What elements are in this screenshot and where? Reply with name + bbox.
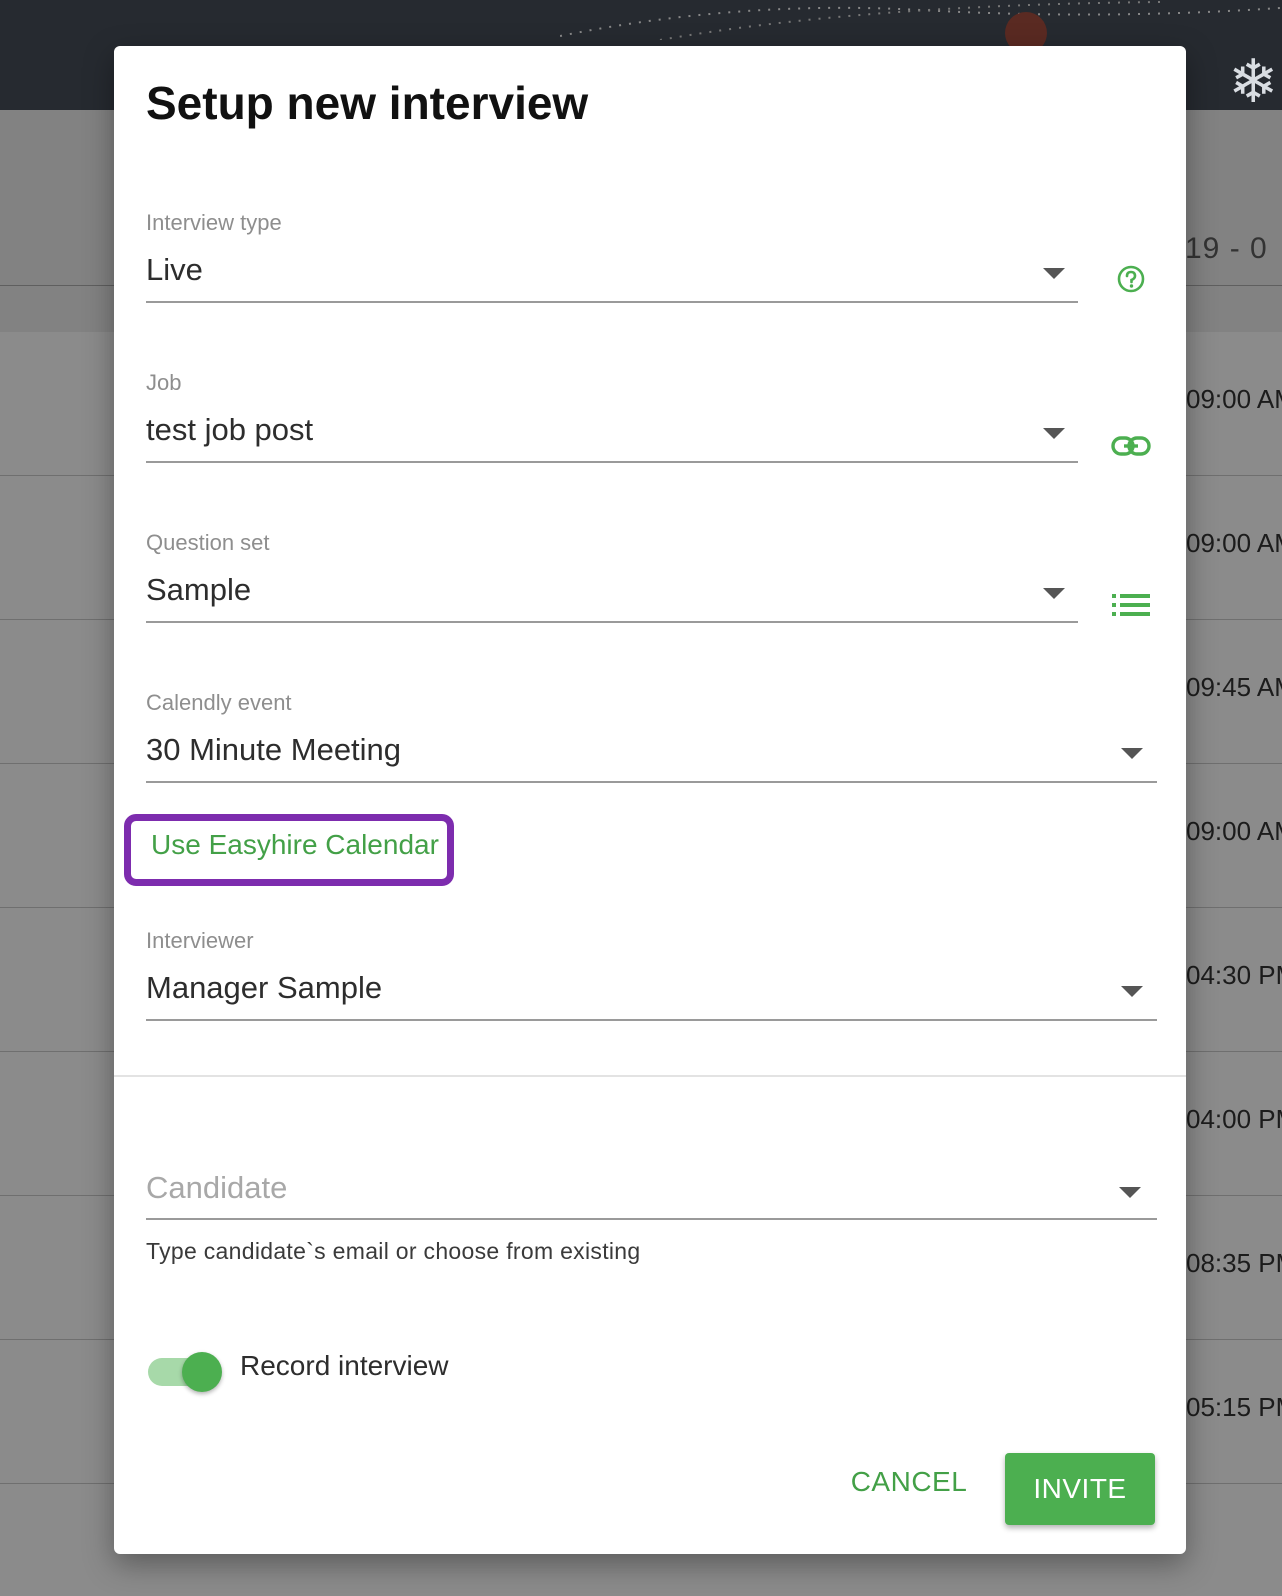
interviewer-value: Manager Sample	[146, 970, 383, 1005]
interviewer-select[interactable]: Interviewer Manager Sample	[146, 928, 1157, 1028]
help-circle-icon[interactable]	[1109, 257, 1153, 301]
holiday-lights-decoration	[560, 1, 1280, 40]
cancel-button[interactable]: CANCEL	[834, 1454, 984, 1510]
setup-interview-dialog: Setup new interview Interview type Live …	[114, 46, 1186, 1554]
calendly-event-value: 30 Minute Meeting	[146, 732, 402, 767]
interview-type-label: Interview type	[146, 210, 282, 235]
chevron-down-icon[interactable]	[1043, 588, 1065, 599]
interview-type-select[interactable]: Interview type Live	[146, 210, 1157, 310]
question-set-value: Sample	[146, 572, 252, 607]
job-select[interactable]: Job test job post	[146, 370, 1157, 470]
link-icon[interactable]	[1109, 424, 1153, 468]
candidate-helper-text: Type candidate`s email or choose from ex…	[146, 1238, 641, 1264]
date-range: 19 - 0	[1185, 232, 1268, 265]
record-interview-label: Record interview	[240, 1350, 449, 1381]
row-time: 08:35 PM	[1186, 1248, 1282, 1278]
row-time: 04:00 PM	[1186, 1104, 1282, 1134]
chevron-down-icon[interactable]	[1121, 986, 1143, 997]
section-divider	[114, 1075, 1186, 1077]
row-time: 04:30 PM	[1186, 960, 1282, 990]
list-icon[interactable]	[1109, 583, 1153, 627]
calendly-event-select[interactable]: Calendly event 30 Minute Meeting	[146, 690, 1157, 790]
use-easyhire-calendar-link[interactable]: Use Easyhire Calendar	[124, 814, 454, 886]
row-time: 09:00 AM	[1186, 816, 1282, 846]
candidate-input[interactable]: Candidate	[146, 1170, 287, 1206]
chevron-down-icon[interactable]	[1121, 748, 1143, 759]
chevron-down-icon[interactable]	[1119, 1187, 1141, 1198]
interviewer-label: Interviewer	[146, 928, 254, 953]
candidate-underline	[146, 1218, 1157, 1220]
use-easyhire-calendar-label: Use Easyhire Calendar	[151, 829, 439, 860]
chevron-down-icon[interactable]	[1043, 428, 1065, 439]
question-set-label: Question set	[146, 530, 270, 555]
calendly-event-label: Calendly event	[146, 690, 292, 715]
row-time: 09:00 AM	[1186, 384, 1282, 414]
dialog-title: Setup new interview	[146, 77, 589, 129]
job-value: test job post	[146, 412, 314, 447]
record-interview-toggle[interactable]	[148, 1352, 224, 1392]
interview-type-value: Live	[146, 252, 203, 287]
row-time: 09:45 AM	[1186, 672, 1282, 702]
question-set-select[interactable]: Question set Sample	[146, 530, 1157, 630]
snowflake-icon: ❄	[1228, 47, 1279, 110]
job-label: Job	[146, 370, 182, 395]
invite-button[interactable]: INVITE	[1005, 1453, 1155, 1525]
chevron-down-icon[interactable]	[1043, 268, 1065, 279]
row-time: 09:00 AM	[1186, 528, 1282, 558]
row-time: 05:15 PM	[1186, 1392, 1282, 1422]
